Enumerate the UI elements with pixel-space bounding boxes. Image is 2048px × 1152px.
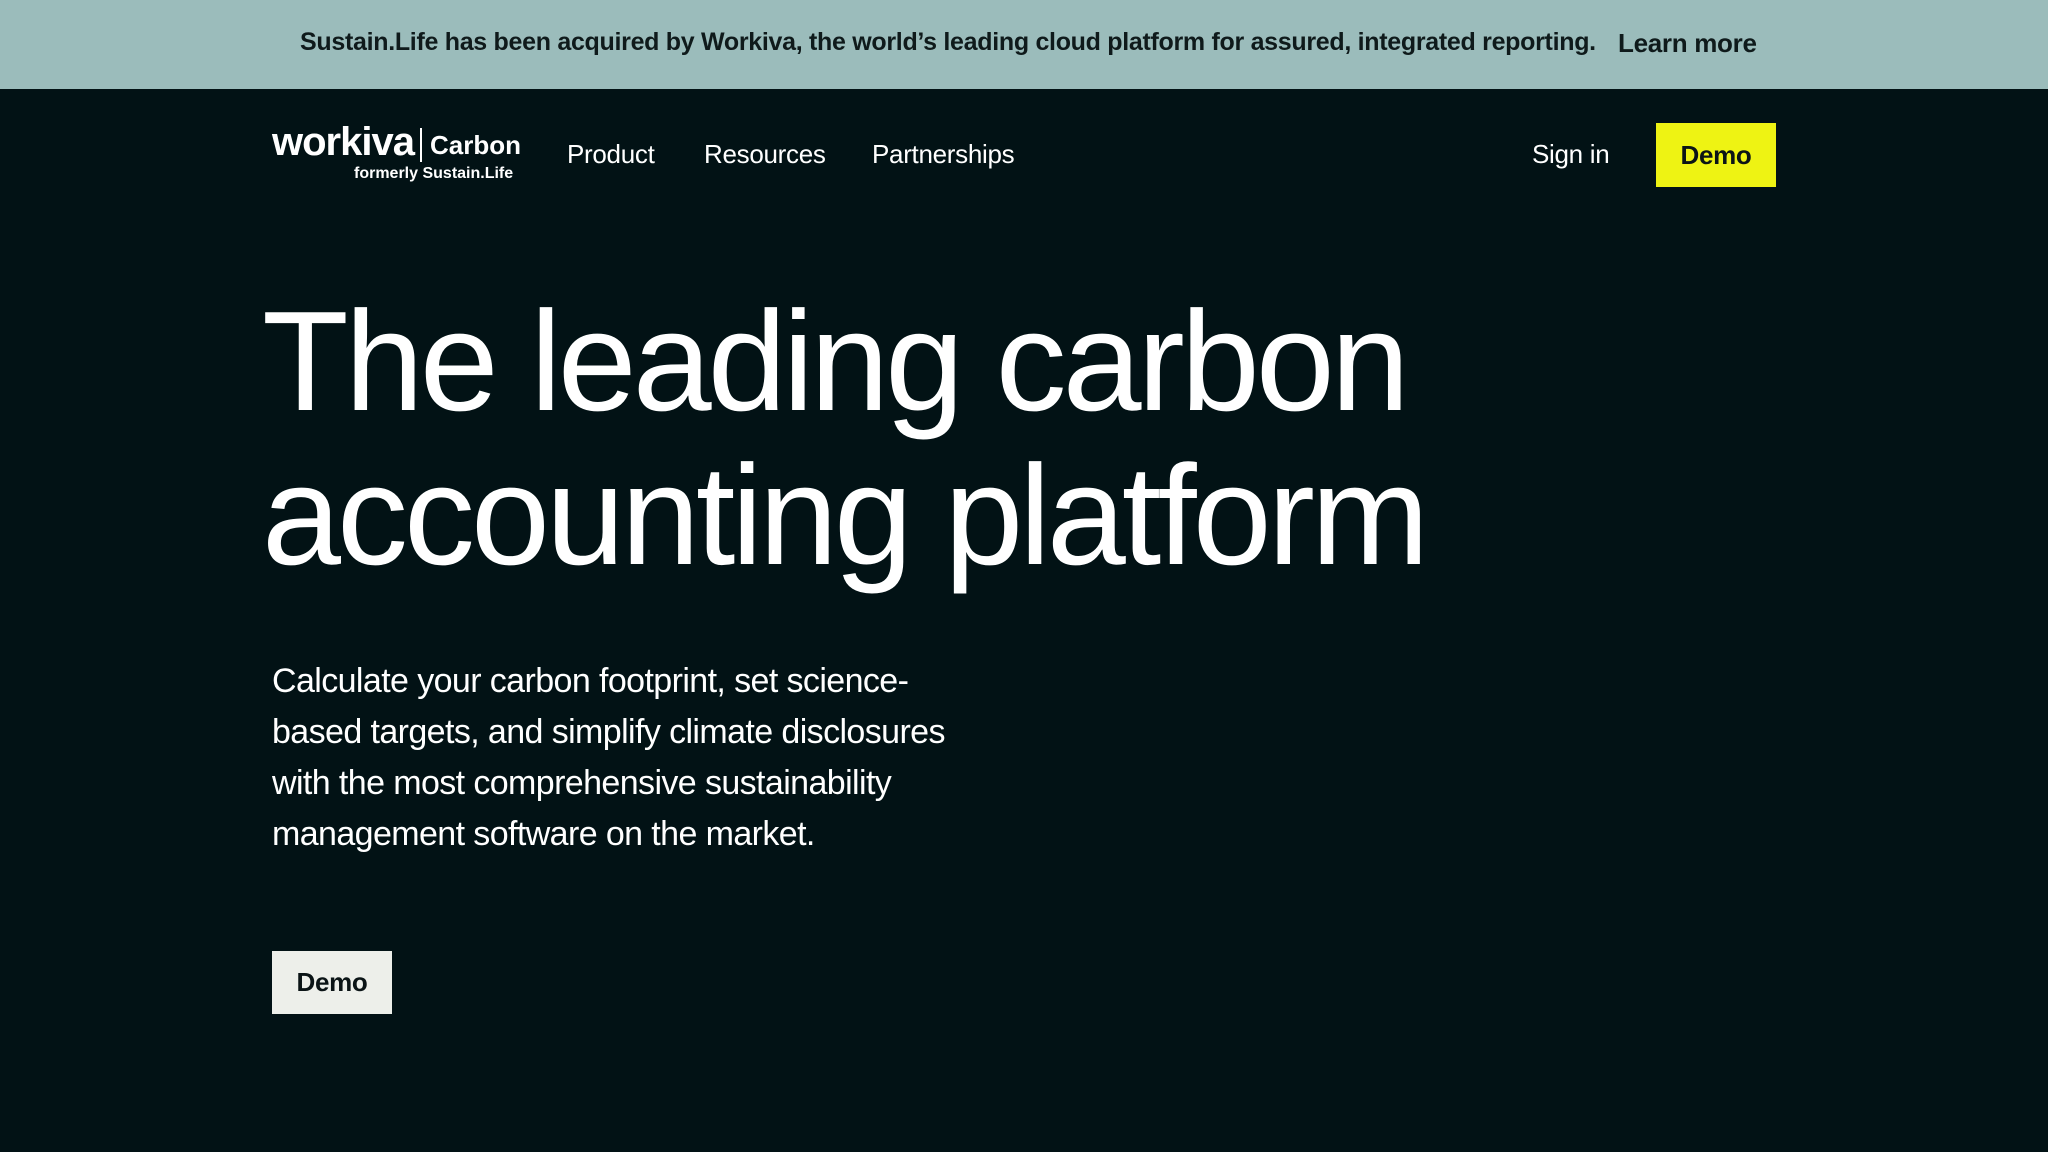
logo[interactable]: workiva Carbon formerly Sustain.Life [272, 120, 522, 190]
logo-product-name: Carbon [430, 130, 521, 160]
announcement-bar: Sustain.Life has been acquired by Workiv… [0, 0, 2048, 89]
sign-in-link[interactable]: Sign in [1532, 139, 1610, 170]
hero-demo-button[interactable]: Demo [272, 951, 392, 1014]
nav-partnerships[interactable]: Partnerships [872, 139, 1015, 170]
nav-product[interactable]: Product [567, 139, 655, 170]
announcement-text: Sustain.Life has been acquired by Workiv… [300, 28, 1596, 56]
logo-divider [420, 128, 422, 162]
nav-resources[interactable]: Resources [704, 139, 826, 170]
header-demo-button[interactable]: Demo [1656, 123, 1776, 187]
logo-wordmark: workiva [272, 120, 415, 164]
learn-more-link[interactable]: Learn more [1618, 28, 1757, 59]
hero-title-line-2: accounting platform [262, 436, 1429, 595]
logo-subtitle: formerly Sustain.Life [354, 165, 514, 182]
hero-subtitle: Calculate your carbon footprint, set sci… [272, 662, 945, 853]
hero-title: The leading carbon accounting platform [262, 285, 1762, 593]
hero-title-line-1: The leading carbon [262, 282, 1410, 441]
